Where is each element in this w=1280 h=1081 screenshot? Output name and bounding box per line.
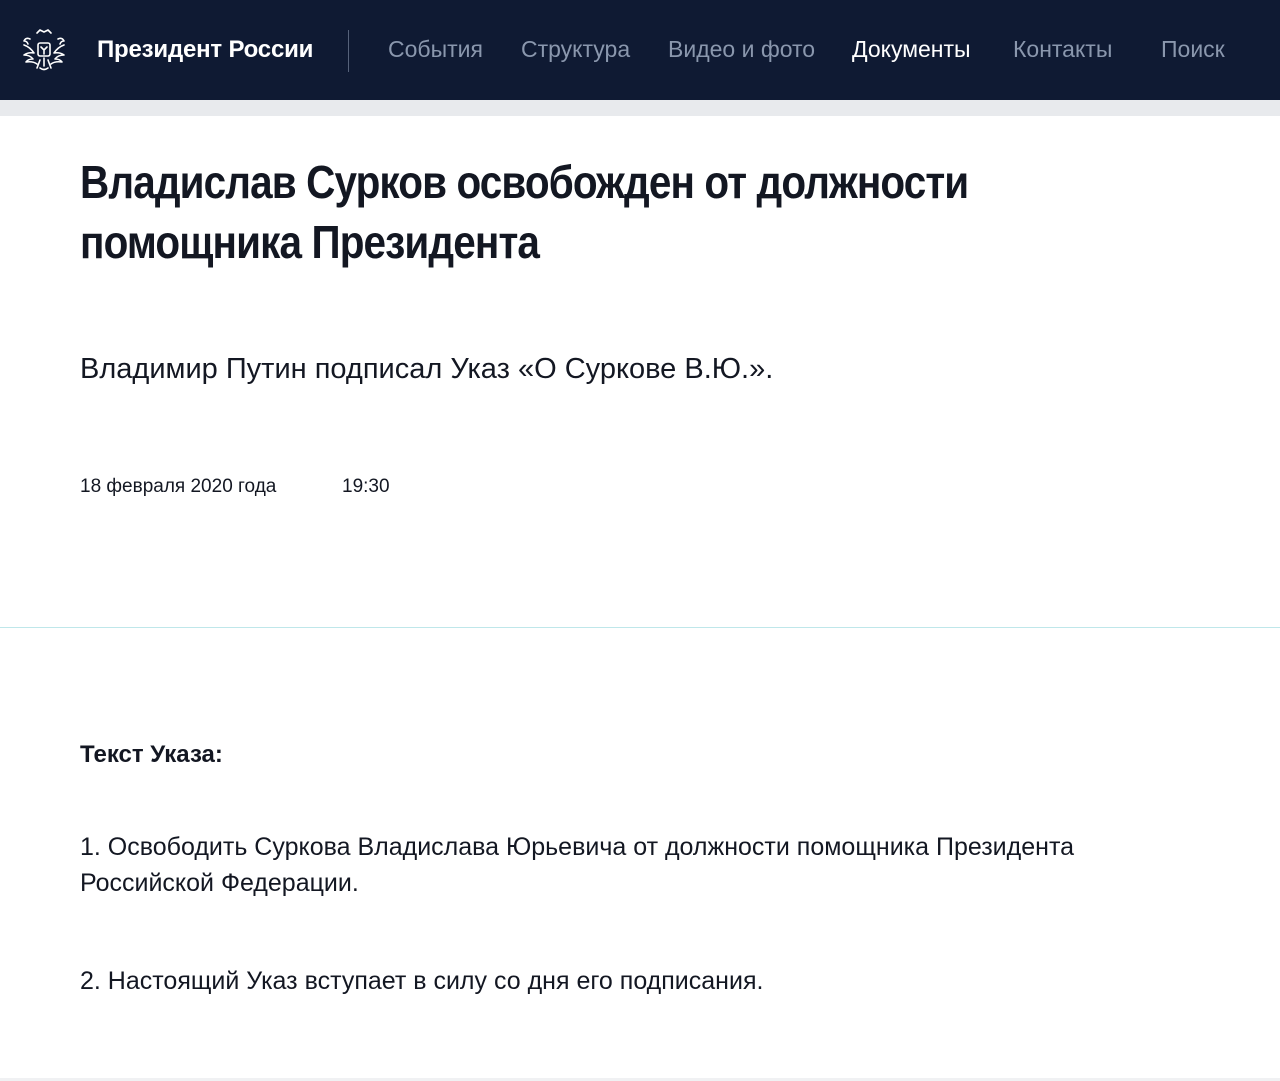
publication-time: 19:30 — [342, 476, 390, 497]
nav-item-events[interactable]: События — [388, 36, 483, 63]
nav-item-contacts[interactable]: Контакты — [1013, 36, 1112, 63]
top-navigation-bar: Президент России События Структура Видео… — [0, 0, 1280, 100]
nav-item-structure[interactable]: Структура — [521, 36, 630, 63]
decree-paragraph-2: 2. Настоящий Указ вступает в силу со дня… — [80, 967, 764, 995]
decree-text-heading: Текст Указа: — [80, 741, 223, 768]
section-divider — [0, 627, 1280, 628]
brand-divider — [348, 30, 349, 72]
decree-paragraph-1: 1. Освободить Суркова Владислава Юрьевич… — [80, 833, 1075, 897]
article-lead: Владимир Путин подписал Указ «О Суркове … — [80, 353, 774, 385]
nav-item-video-photo[interactable]: Видео и фото — [668, 36, 815, 63]
double-headed-eagle-icon[interactable] — [20, 27, 68, 73]
nav-item-search[interactable]: Поиск — [1161, 36, 1225, 63]
article-title: Владислав Сурков освобожден от должности… — [80, 156, 969, 268]
header-separator-strip — [0, 100, 1280, 116]
publication-date: 18 февраля 2020 года — [80, 476, 277, 497]
nav-item-documents[interactable]: Документы — [852, 36, 971, 63]
site-brand-link[interactable]: Президент России — [97, 36, 313, 64]
